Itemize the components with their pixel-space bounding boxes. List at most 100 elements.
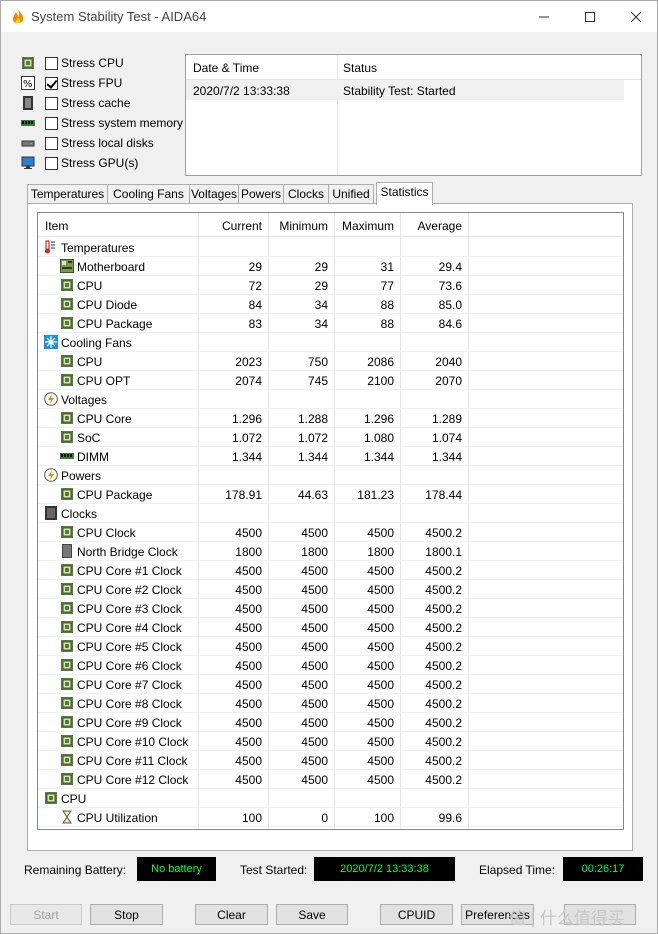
stat-row[interactable]: North Bridge Clock 1800 1800 1800 1800.1 <box>38 542 623 561</box>
stat-row[interactable]: CPU Package 178.91 44.63 181.23 178.44 <box>38 485 623 504</box>
minimize-button[interactable] <box>521 1 567 32</box>
header-date-time[interactable]: Date & Time <box>193 61 259 75</box>
stat-row[interactable]: CPU Diode 84 34 88 85.0 <box>38 295 623 314</box>
tab-powers[interactable]: Powers <box>238 184 284 204</box>
cpu-chip-icon <box>60 639 74 653</box>
stress-option-label[interactable]: Stress local disks <box>61 136 154 150</box>
stat-row[interactable]: CPU Core #11 Clock 4500 4500 4500 4500.2 <box>38 751 623 770</box>
cpu-chip-icon <box>60 677 74 691</box>
stress-option[interactable]: Stress GPU(s) <box>21 154 191 172</box>
stat-row[interactable]: CPU Core #2 Clock 4500 4500 4500 4500.2 <box>38 580 623 599</box>
stress-checkbox[interactable] <box>45 116 58 130</box>
stress-option[interactable]: Stress local disks <box>21 134 191 152</box>
stat-row[interactable]: CPU Core #10 Clock 4500 4500 4500 4500.2 <box>38 732 623 751</box>
tab-cooling-fans[interactable]: Cooling Fans <box>107 184 190 204</box>
stat-row[interactable]: CPU 72 29 77 73.6 <box>38 276 623 295</box>
stat-name: CPU Core #11 Clock <box>77 754 188 768</box>
cpu-chip-icon <box>60 297 74 311</box>
cpu-chip-icon <box>60 525 74 539</box>
stat-row[interactable]: Motherboard 29 29 31 29.4 <box>38 257 623 276</box>
stat-row[interactable]: CPU Core #6 Clock 4500 4500 4500 4500.2 <box>38 656 623 675</box>
save-button[interactable]: Save <box>276 904 348 925</box>
monitor-icon <box>21 156 37 170</box>
stat-max: 77 <box>380 279 394 293</box>
stress-option[interactable]: % Stress FPU <box>21 74 191 92</box>
stat-group-row[interactable]: CPU <box>38 789 623 808</box>
stat-group-row[interactable]: Voltages <box>38 390 623 409</box>
stat-name: Motherboard <box>77 260 146 274</box>
stat-max: 2086 <box>367 355 394 369</box>
close-button[interactable] <box>613 1 658 32</box>
stat-row[interactable]: CPU Core #4 Clock 4500 4500 4500 4500.2 <box>38 618 623 637</box>
status-log-table[interactable]: Date & Time Status 2020/7/2 13:33:38 Sta… <box>185 54 642 176</box>
header-minimum[interactable]: Minimum <box>268 219 328 233</box>
stress-checkbox[interactable] <box>45 76 58 90</box>
stat-row[interactable]: CPU Utilization 100 0 100 99.6 <box>38 808 623 827</box>
stat-row[interactable]: CPU Package 83 34 88 84.6 <box>38 314 623 333</box>
stat-name: Clocks <box>61 507 98 521</box>
cpu-chip-icon <box>60 278 74 292</box>
stress-checkbox[interactable] <box>45 56 58 70</box>
maximize-button[interactable] <box>567 1 613 32</box>
stress-checkbox[interactable] <box>45 136 58 150</box>
stat-row[interactable]: CPU Core #1 Clock 4500 4500 4500 4500.2 <box>38 561 623 580</box>
statistics-table[interactable]: Item Current Minimum Maximum Average Tem… <box>37 212 624 830</box>
stat-name: CPU Core <box>77 412 132 426</box>
tab-temperatures[interactable]: Temperatures <box>27 184 108 204</box>
tab-statistics[interactable]: Statistics <box>376 182 433 205</box>
stat-min: 4500 <box>301 716 328 730</box>
stop-button[interactable]: Stop <box>90 904 163 925</box>
stat-row[interactable]: CPU OPT 2074 745 2100 2070 <box>38 371 623 390</box>
stat-group-row[interactable]: Temperatures <box>38 238 623 257</box>
status-row[interactable]: 2020/7/2 13:33:38 Stability Test: Starte… <box>186 80 624 100</box>
tab-clocks[interactable]: Clocks <box>283 184 329 204</box>
northbridge-icon <box>60 544 74 558</box>
stress-checkbox[interactable] <box>45 156 58 170</box>
stat-row[interactable]: CPU 2023 750 2086 2040 <box>38 352 623 371</box>
cpu-chip-icon <box>60 620 74 634</box>
stat-row[interactable]: CPU Core #8 Clock 4500 4500 4500 4500.2 <box>38 694 623 713</box>
stat-row[interactable]: DIMM 1.344 1.344 1.344 1.344 <box>38 447 623 466</box>
cpu-chip-icon <box>60 373 74 387</box>
stat-name: CPU OPT <box>77 374 131 388</box>
tab-voltages[interactable]: Voltages <box>189 184 239 204</box>
header-current[interactable]: Current <box>198 219 262 233</box>
stat-row[interactable]: CPU Core 1.296 1.288 1.296 1.289 <box>38 409 623 428</box>
header-item[interactable]: Item <box>45 219 68 233</box>
stress-option-label[interactable]: Stress system memory <box>61 116 183 130</box>
stat-row[interactable]: CPU Core #7 Clock 4500 4500 4500 4500.2 <box>38 675 623 694</box>
stress-option[interactable]: Stress system memory <box>21 114 191 132</box>
header-status[interactable]: Status <box>343 61 377 75</box>
stress-option-label[interactable]: Stress CPU <box>61 56 124 70</box>
stat-avg: 4500.2 <box>425 754 462 768</box>
stress-option-label[interactable]: Stress GPU(s) <box>61 156 138 170</box>
stress-option[interactable]: Stress cache <box>21 94 191 112</box>
stat-row[interactable]: CPU Core #12 Clock 4500 4500 4500 4500.2 <box>38 770 623 789</box>
stat-group-row[interactable]: Clocks <box>38 504 623 523</box>
watermark: 值 | 什么值得买 <box>509 909 625 928</box>
stat-row[interactable]: CPU Core #5 Clock 4500 4500 4500 4500.2 <box>38 637 623 656</box>
stat-name: CPU Clock <box>77 526 136 540</box>
stress-option-label[interactable]: Stress FPU <box>61 76 122 90</box>
stat-row[interactable]: CPU Core #9 Clock 4500 4500 4500 4500.2 <box>38 713 623 732</box>
cpuid-button[interactable]: CPUID <box>380 904 453 925</box>
stat-row[interactable]: SoC 1.072 1.072 1.080 1.074 <box>38 428 623 447</box>
stat-name: CPU <box>61 792 87 806</box>
remaining-battery-display: No battery <box>137 857 216 881</box>
stat-name: North Bridge Clock <box>77 545 178 559</box>
cpu-chip-icon <box>60 487 74 501</box>
header-maximum[interactable]: Maximum <box>334 219 394 233</box>
stress-checkbox[interactable] <box>45 96 58 110</box>
stat-row[interactable]: CPU Core #3 Clock 4500 4500 4500 4500.2 <box>38 599 623 618</box>
stat-group-row[interactable]: Powers <box>38 466 623 485</box>
stat-group-row[interactable]: Cooling Fans <box>38 333 623 352</box>
stat-row[interactable]: CPU Clock 4500 4500 4500 4500.2 <box>38 523 623 542</box>
start-button[interactable]: Start <box>10 904 82 925</box>
clear-button[interactable]: Clear <box>195 904 268 925</box>
elapsed-time-display: 00:26:17 <box>563 857 643 881</box>
stress-option[interactable]: Stress CPU <box>21 54 191 72</box>
header-average[interactable]: Average <box>400 219 462 233</box>
stat-min: 1.288 <box>297 412 328 426</box>
tab-unified[interactable]: Unified <box>328 184 374 204</box>
stress-option-label[interactable]: Stress cache <box>61 96 130 110</box>
